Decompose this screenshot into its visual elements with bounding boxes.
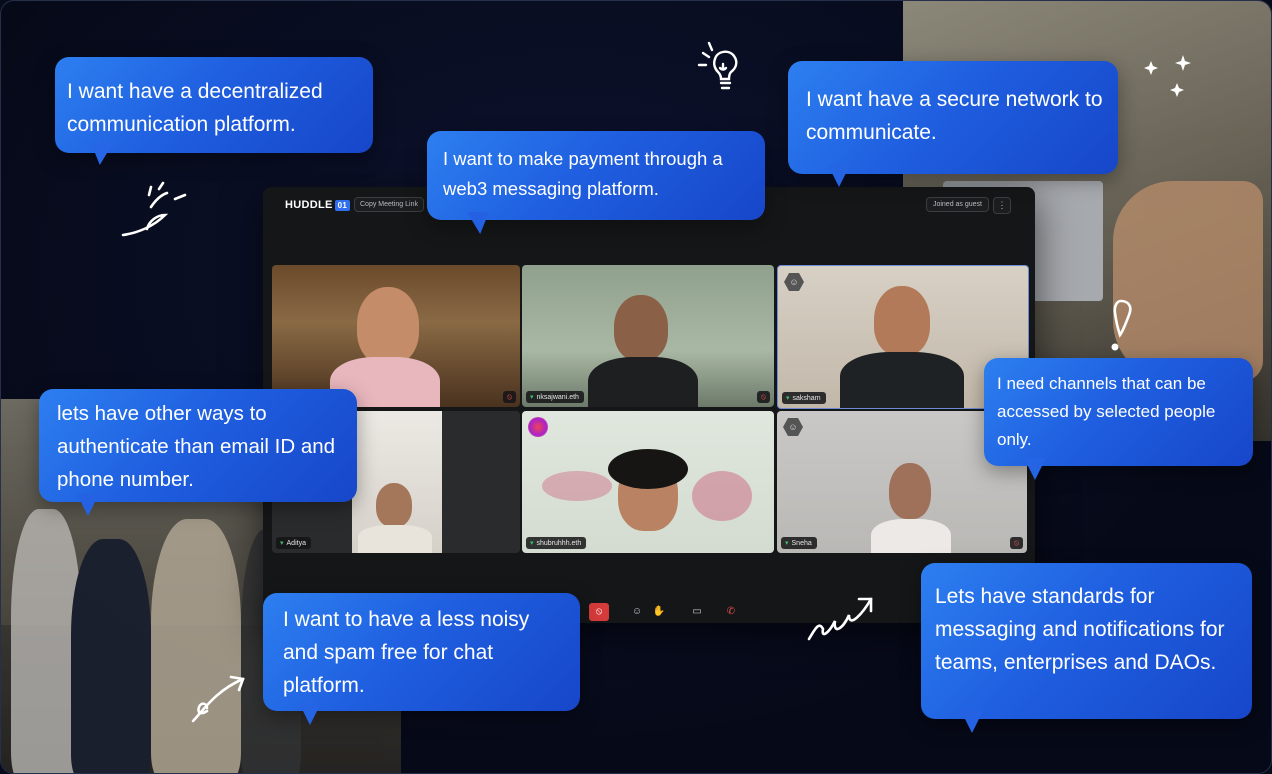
participant-tile: ▾ nksajwani.eth ⦸ [522,265,774,407]
quote-text: I want to make payment through a web3 me… [443,148,723,199]
participant-name: ▾ Aditya [276,537,311,549]
quote-bubble: I need channels that can be accessed by … [984,358,1253,466]
huddle-logo: HUDDLE 01 [285,199,351,211]
hero-canvas: HUDDLE 01 Copy Meeting Link Joined as gue… [0,0,1272,774]
avatar [528,417,548,437]
sparkle-icon [1144,55,1191,97]
participant-tile: ⦸ [272,265,520,407]
participant-name: ▾ saksham [782,392,826,404]
participant-name: ▾ nksajwani.eth [526,391,584,403]
copy-meeting-link-button[interactable]: Copy Meeting Link [354,197,424,212]
raise-hand-icon[interactable]: ✋ [649,603,669,621]
scribble-arrow-icon [121,181,187,237]
wave-arrow-icon [807,597,873,641]
curl-arrow-icon [191,675,245,723]
mic-off-icon: ⦸ [503,391,516,403]
signal-icon: ▾ [786,395,790,402]
quote-bubble: I want have a decentralized communicatio… [55,57,373,153]
avatar: ☺ [784,273,804,291]
quote-text: Lets have standards for messaging and no… [935,585,1225,674]
signal-icon: ▾ [785,540,789,547]
avatar: ☺ [783,418,803,436]
exclamation-icon [1111,299,1132,351]
more-options-button[interactable]: ⋮ [993,197,1011,214]
emoji-icon[interactable]: ☺ [627,603,647,621]
screen-share-icon[interactable]: ▭ [687,603,707,621]
quote-bubble: Lets have standards for messaging and no… [921,563,1252,719]
mic-off-icon: ⦸ [1010,537,1023,549]
quote-text: I want to have a less noisy and spam fre… [283,608,530,697]
participant-name: ▾ shubruhhh.eth [526,537,587,549]
leave-call-icon[interactable]: ✆ [721,603,741,621]
quote-bubble: I want to make payment through a web3 me… [427,131,765,220]
quote-bubble: I want to have a less noisy and spam fre… [263,593,580,711]
mic-off-icon[interactable]: ⦸ [589,603,609,621]
video-meeting-window: HUDDLE 01 Copy Meeting Link Joined as gue… [263,187,1035,623]
joined-as-guest-button[interactable]: Joined as guest [925,197,989,212]
signal-icon: ▾ [280,540,284,547]
quote-text: I need channels that can be accessed by … [997,374,1216,449]
lightbulb-icon [697,41,738,90]
quote-text: lets have other ways to authenticate tha… [57,402,336,491]
participant-name: ▾ Sneha [781,537,817,549]
signal-icon: ▾ [530,540,534,547]
participant-tile: ▾ shubruhhh.eth [522,411,774,553]
quote-bubble: lets have other ways to authenticate tha… [39,389,357,502]
mic-off-icon: ⦸ [757,391,770,403]
quote-bubble: I want have a secure network to communic… [788,61,1118,174]
signal-icon: ▾ [530,394,534,401]
quote-text: I want have a decentralized communicatio… [67,80,323,136]
quote-text: I want have a secure network to communic… [806,88,1103,144]
